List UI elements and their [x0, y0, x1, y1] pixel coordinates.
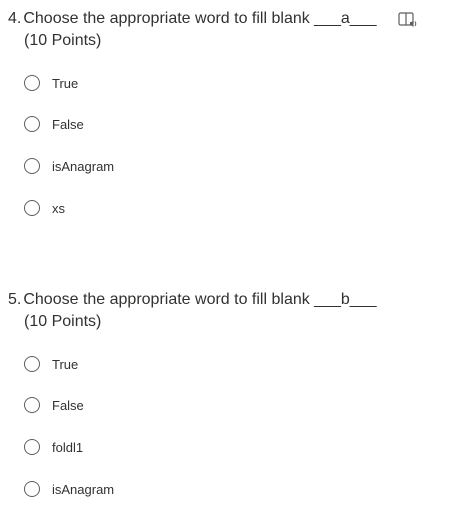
question-title: Choose the appropriate word to fill blan… [23, 10, 377, 27]
question-title-row: 5. Choose the appropriate word to fill b… [8, 289, 376, 311]
option-foldl1[interactable]: foldl1 [24, 437, 83, 457]
radio-button[interactable] [24, 75, 40, 91]
option-true[interactable]: True [24, 354, 78, 374]
option-label: False [52, 397, 84, 413]
option-label: True [52, 356, 79, 372]
radio-button[interactable] [24, 158, 40, 174]
radio-button[interactable] [24, 116, 40, 132]
question-title-row: 4. Choose the appropriate word to fill b… [8, 8, 376, 30]
option-label: isAnagram [52, 158, 115, 174]
option-label: False [52, 116, 84, 132]
radio-button[interactable] [24, 439, 40, 455]
question-title: Choose the appropriate word to fill blan… [23, 291, 377, 308]
radio-button[interactable] [24, 397, 40, 413]
option-isanagram[interactable]: isAnagram [24, 479, 114, 499]
option-false[interactable]: False [24, 114, 84, 134]
immersive-reader-icon[interactable] [398, 11, 418, 29]
radio-button[interactable] [24, 481, 40, 497]
option-label: isAnagram [52, 481, 115, 497]
question-number: 4. [8, 10, 22, 27]
option-label: foldl1 [52, 439, 84, 455]
option-label: True [52, 75, 79, 91]
option-xs[interactable]: xs [24, 198, 65, 218]
option-true[interactable]: True [24, 73, 78, 93]
option-label: xs [52, 200, 65, 216]
option-false[interactable]: False [24, 395, 84, 415]
radio-button[interactable] [24, 200, 40, 216]
question-points: (10 Points) [24, 313, 102, 330]
option-isanagram[interactable]: isAnagram [24, 156, 114, 176]
question-points: (10 Points) [24, 32, 102, 49]
question-number: 5. [8, 291, 22, 308]
radio-button[interactable] [24, 356, 40, 372]
